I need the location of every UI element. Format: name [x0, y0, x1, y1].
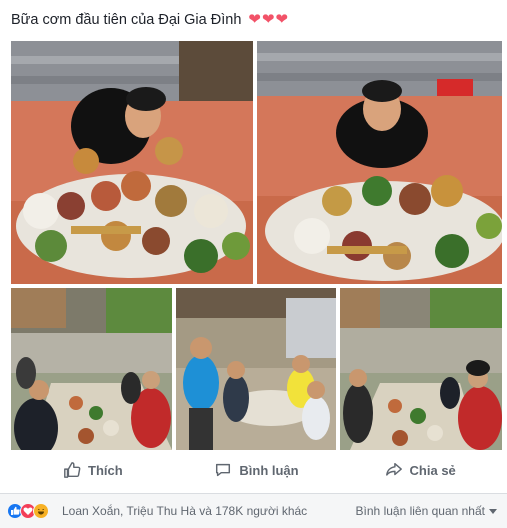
comment-sort-dropdown[interactable]: Bình luận liên quan nhất	[356, 504, 497, 518]
reaction-icons[interactable]	[7, 503, 49, 519]
photo-family-table-1[interactable]	[11, 288, 172, 450]
like-label: Thích	[88, 462, 123, 478]
share-arrow-icon	[385, 462, 402, 476]
photo-family-group-standing[interactable]	[176, 288, 336, 450]
photo-man-with-feast-1[interactable]	[11, 41, 253, 284]
comment-bubble-icon	[216, 463, 231, 477]
photo-man-with-feast-2[interactable]	[257, 41, 502, 284]
reactions-footer: Loan Xoắn, Triệu Thu Hà và 178K người kh…	[0, 494, 507, 528]
comment-button[interactable]: Bình luận	[175, 452, 339, 488]
reactors-text[interactable]: Loan Xoắn, Triệu Thu Hà và 178K người kh…	[62, 504, 307, 518]
heart-emojis: ❤❤❤	[248, 11, 290, 28]
chevron-down-icon	[489, 508, 497, 514]
thumbs-up-icon	[64, 462, 81, 478]
comment-label: Bình luận	[239, 462, 299, 478]
haha-icon	[33, 503, 49, 519]
post-caption: Bữa cơm đầu tiên của Đại Gia Đình ❤❤❤	[11, 10, 289, 28]
sort-label: Bình luận liên quan nhất	[355, 504, 485, 518]
like-button[interactable]: Thích	[11, 452, 175, 488]
post-action-bar: Thích Bình luận Chia sẻ	[11, 452, 502, 488]
share-label: Chia sẻ	[409, 462, 456, 478]
share-button[interactable]: Chia sẻ	[338, 452, 502, 488]
caption-text: Bữa cơm đầu tiên của Đại Gia Đình	[11, 12, 242, 28]
photo-family-table-2[interactable]	[340, 288, 502, 450]
